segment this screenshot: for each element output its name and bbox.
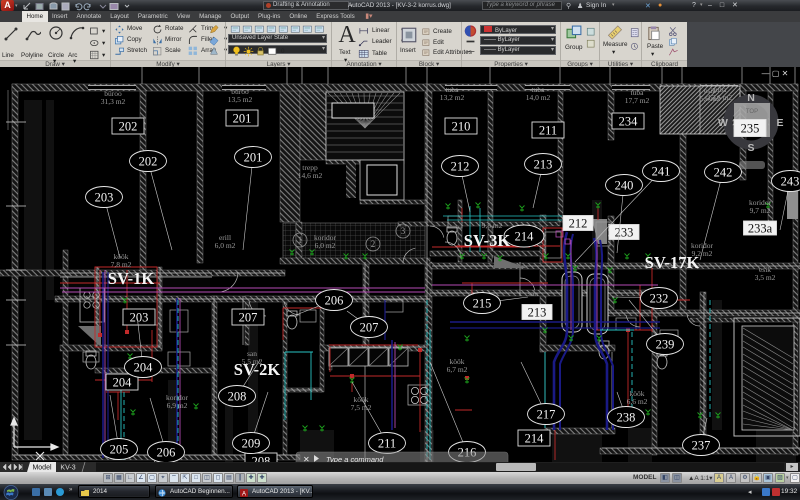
svg-text:234: 234 [619, 115, 639, 129]
svg-text:6,0 m2: 6,0 m2 [315, 241, 336, 250]
svg-text:6,6 m2: 6,6 m2 [627, 397, 648, 406]
svg-text:238: 238 [617, 411, 636, 425]
svg-text:KV-3: KV-3 [60, 465, 75, 472]
svg-text:204: 204 [134, 361, 154, 375]
svg-text:214: 214 [515, 230, 535, 244]
svg-text:237: 237 [692, 439, 711, 453]
svg-text:212: 212 [451, 160, 470, 174]
svg-text:211: 211 [378, 437, 396, 451]
svg-text:235: 235 [741, 122, 760, 136]
svg-text:6,7 m2: 6,7 m2 [447, 365, 468, 374]
svg-text:9,8 m2: 9,8 m2 [482, 221, 503, 230]
svg-text:N: N [747, 92, 755, 104]
svg-text:202: 202 [119, 120, 138, 134]
svg-text:203: 203 [130, 311, 149, 325]
svg-text:241: 241 [652, 165, 671, 179]
svg-text:213: 213 [528, 306, 547, 320]
svg-text:TOP: TOP [746, 109, 758, 115]
svg-text:233: 233 [615, 226, 634, 240]
svg-text:208: 208 [228, 390, 247, 404]
svg-text:SV-1K: SV-1K [108, 269, 155, 288]
svg-text:7,8 m2: 7,8 m2 [111, 260, 132, 269]
svg-text:9,2 m2: 9,2 m2 [692, 249, 713, 258]
svg-text:1: 1 [298, 235, 303, 245]
svg-text:207: 207 [360, 321, 379, 335]
svg-text:2: 2 [371, 239, 376, 249]
svg-text:13,5 m2: 13,5 m2 [228, 95, 253, 104]
svg-text:5,6 m2: 5,6 m2 [700, 94, 721, 103]
svg-text:208: 208 [252, 455, 271, 463]
svg-text:Model: Model [32, 465, 52, 472]
svg-text:243: 243 [781, 175, 800, 189]
svg-text:6,9 m2: 6,9 m2 [167, 401, 188, 410]
svg-text:Type a command: Type a command [326, 455, 384, 462]
svg-text:E: E [776, 117, 783, 129]
svg-text:201: 201 [244, 151, 263, 165]
svg-text:W: W [718, 117, 728, 129]
svg-text:SV-3K: SV-3K [464, 231, 511, 250]
svg-text:206: 206 [157, 446, 176, 460]
svg-text:7,5 m2: 7,5 m2 [351, 403, 372, 412]
svg-text:212: 212 [569, 217, 588, 231]
svg-text:233a: 233a [748, 222, 773, 236]
svg-text:3,5 m2: 3,5 m2 [755, 273, 776, 282]
svg-text:13,2 m2: 13,2 m2 [440, 93, 465, 102]
svg-text:214: 214 [525, 432, 545, 446]
svg-text:232: 232 [650, 292, 669, 306]
svg-text:✕: ✕ [303, 455, 310, 462]
svg-text:205: 205 [110, 443, 129, 457]
svg-text:5,5 m2: 5,5 m2 [242, 357, 263, 366]
svg-text:6,0 m2: 6,0 m2 [215, 241, 236, 250]
svg-text:204: 204 [113, 376, 133, 390]
svg-text:9,7 m2: 9,7 m2 [750, 206, 771, 215]
svg-text:3: 3 [401, 226, 406, 236]
svg-text:206: 206 [325, 294, 344, 308]
svg-text:207: 207 [239, 311, 258, 325]
svg-text:209: 209 [242, 437, 261, 451]
svg-text:213: 213 [534, 158, 553, 172]
svg-text:210: 210 [452, 120, 471, 134]
svg-text:201: 201 [233, 112, 252, 126]
svg-text:— ▢ ✕: — ▢ ✕ [762, 69, 789, 78]
svg-text:239: 239 [656, 338, 675, 352]
svg-text:14,0 m2: 14,0 m2 [526, 93, 551, 102]
svg-text:240: 240 [615, 179, 634, 193]
svg-text:31,3 m2: 31,3 m2 [101, 97, 126, 106]
svg-text:san: san [528, 289, 538, 298]
svg-text:17,7 m2: 17,7 m2 [625, 96, 650, 105]
svg-text:211: 211 [539, 124, 557, 138]
svg-text:202: 202 [139, 155, 158, 169]
svg-text:215: 215 [473, 297, 492, 311]
svg-text:A: A [242, 491, 246, 497]
svg-text:217: 217 [537, 408, 556, 422]
svg-text:14,6 m2: 14,6 m2 [298, 171, 323, 180]
svg-text:S: S [747, 142, 754, 154]
svg-text:203: 203 [95, 191, 114, 205]
svg-text:242: 242 [714, 166, 733, 180]
